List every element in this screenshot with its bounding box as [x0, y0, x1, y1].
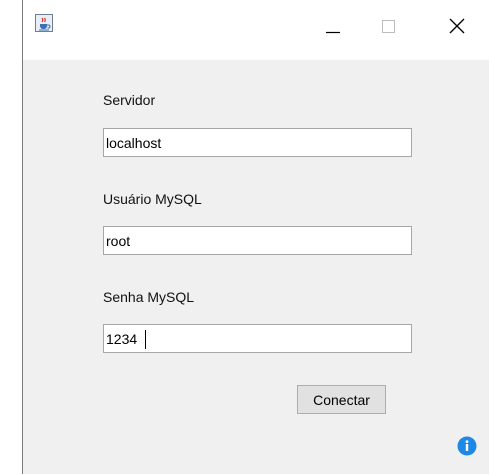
mysql-password-label: Senha MySQL	[103, 289, 195, 305]
title-bar[interactable]	[23, 0, 489, 60]
connect-button[interactable]: Conectar	[297, 385, 386, 414]
mysql-user-label: Usuário MySQL	[103, 191, 202, 207]
maximize-icon	[382, 20, 395, 33]
app-window: Servidor Usuário MySQL Senha MySQL Conec…	[22, 0, 489, 474]
java-cup-icon[interactable]	[35, 14, 53, 32]
info-icon[interactable]	[457, 436, 477, 456]
maximize-button[interactable]	[369, 12, 409, 42]
mysql-user-input[interactable]	[103, 226, 412, 255]
minimize-icon	[326, 31, 340, 34]
text-caret	[145, 330, 146, 349]
mysql-password-input[interactable]	[103, 324, 412, 353]
minimize-button[interactable]	[311, 12, 351, 42]
form-panel: Servidor Usuário MySQL Senha MySQL Conec…	[23, 60, 489, 474]
close-button[interactable]	[437, 12, 477, 42]
close-icon	[449, 18, 465, 34]
server-input[interactable]	[103, 128, 412, 157]
server-label: Servidor	[103, 92, 156, 108]
